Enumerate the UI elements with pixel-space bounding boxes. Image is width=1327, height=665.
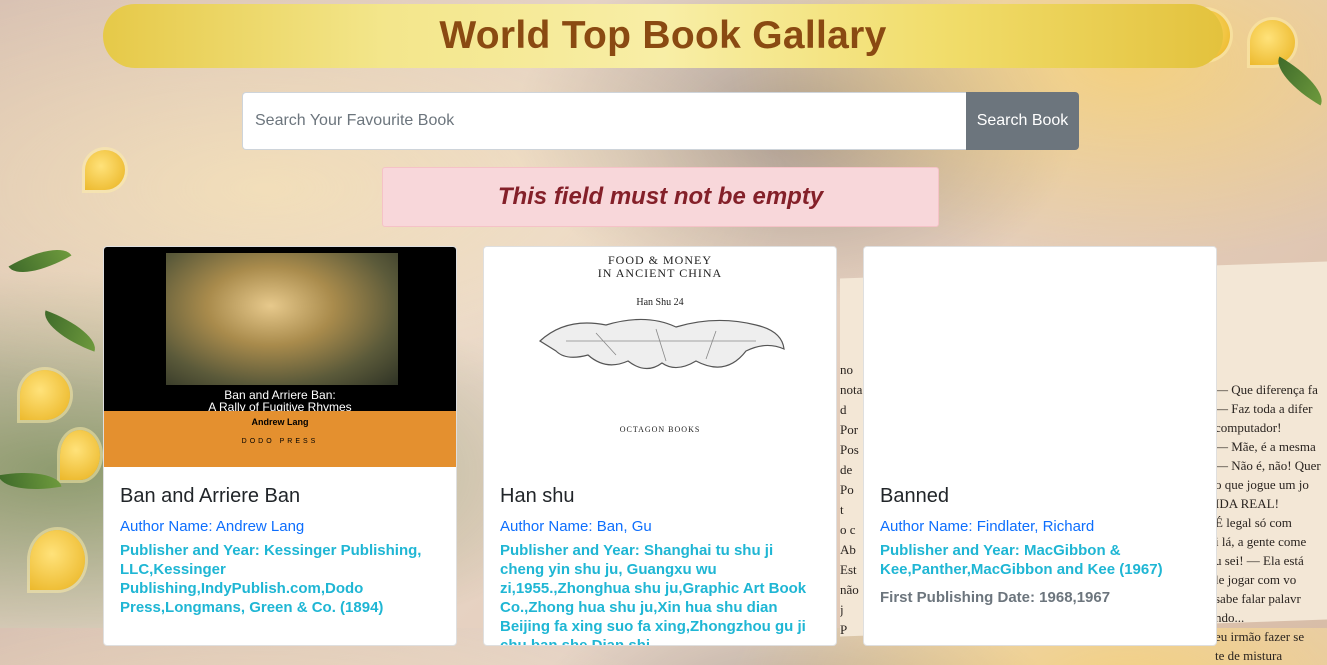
search-input[interactable] xyxy=(242,92,966,150)
book-cover-image: FOOD & MONEY IN ANCIENT CHINA Han Shu 24… xyxy=(484,247,836,467)
cover-subtitle: Han Shu 24 xyxy=(636,297,684,308)
book-card: Banned Author Name: Findlater, Richard P… xyxy=(863,246,1217,646)
book-card: Ban and Arriere Ban: A Rally of Fugitive… xyxy=(103,246,457,646)
book-title: Banned xyxy=(880,485,949,507)
header-banner: World Top Book Gallary xyxy=(103,4,1223,68)
background-flower xyxy=(1250,20,1295,65)
background-leaf xyxy=(1268,56,1327,106)
background-flower xyxy=(20,370,70,420)
cover-title-line: IN ANCIENT CHINA xyxy=(597,266,723,280)
cover-map-illustration xyxy=(539,318,785,370)
book-publisher: Publisher and Year: MacGibbon & Kee,Pant… xyxy=(880,542,1163,578)
background-book-text-left: no nota d Por Pos de Po t o c Ab Est não… xyxy=(840,362,863,637)
background-leaf xyxy=(0,464,62,498)
book-publisher: Publisher and Year: Shanghai tu shu ji c… xyxy=(500,542,807,646)
book-cover-image: Ban and Arriere Ban: A Rally of Fugitive… xyxy=(104,247,456,467)
background-flower xyxy=(60,430,100,480)
book-card: FOOD & MONEY IN ANCIENT CHINA Han Shu 24… xyxy=(483,246,837,646)
book-cover-image xyxy=(864,247,1216,467)
search-bar: Search Book xyxy=(242,92,1079,150)
book-author: Author Name: Ban, Gu xyxy=(500,518,652,535)
card-body: Ban and Arriere Ban Author Name: Andrew … xyxy=(104,485,456,617)
card-body: Han shu Author Name: Ban, Gu Publisher a… xyxy=(484,485,836,646)
search-button[interactable]: Search Book xyxy=(966,92,1079,150)
background-leaf xyxy=(8,236,72,286)
book-title: Han shu xyxy=(500,485,575,507)
background-leaf xyxy=(38,310,102,352)
background-flower xyxy=(30,530,85,590)
background-book-text-right: — Que diferença fa — Faz toda a difer co… xyxy=(1215,382,1321,663)
book-title: Ban and Arriere Ban xyxy=(120,485,301,507)
book-author: Author Name: Findlater, Richard xyxy=(880,518,1095,535)
cover-publisher: DODO PRESS xyxy=(241,438,319,445)
cover-painting xyxy=(166,253,398,385)
card-body: Banned Author Name: Findlater, Richard P… xyxy=(864,485,1216,606)
cover-publisher: OCTAGON BOOKS xyxy=(619,425,701,434)
validation-alert: This field must not be empty xyxy=(382,167,939,227)
page-title: World Top Book Gallary xyxy=(439,14,887,57)
validation-message: This field must not be empty xyxy=(497,183,824,210)
background-flower xyxy=(85,150,125,190)
book-first-publishing-date: First Publishing Date: 1968,1967 xyxy=(880,589,1111,606)
book-author: Author Name: Andrew Lang xyxy=(120,518,305,535)
book-publisher: Publisher and Year: Kessinger Publishing… xyxy=(120,542,422,616)
cover-author: Andrew Lang xyxy=(251,417,309,427)
